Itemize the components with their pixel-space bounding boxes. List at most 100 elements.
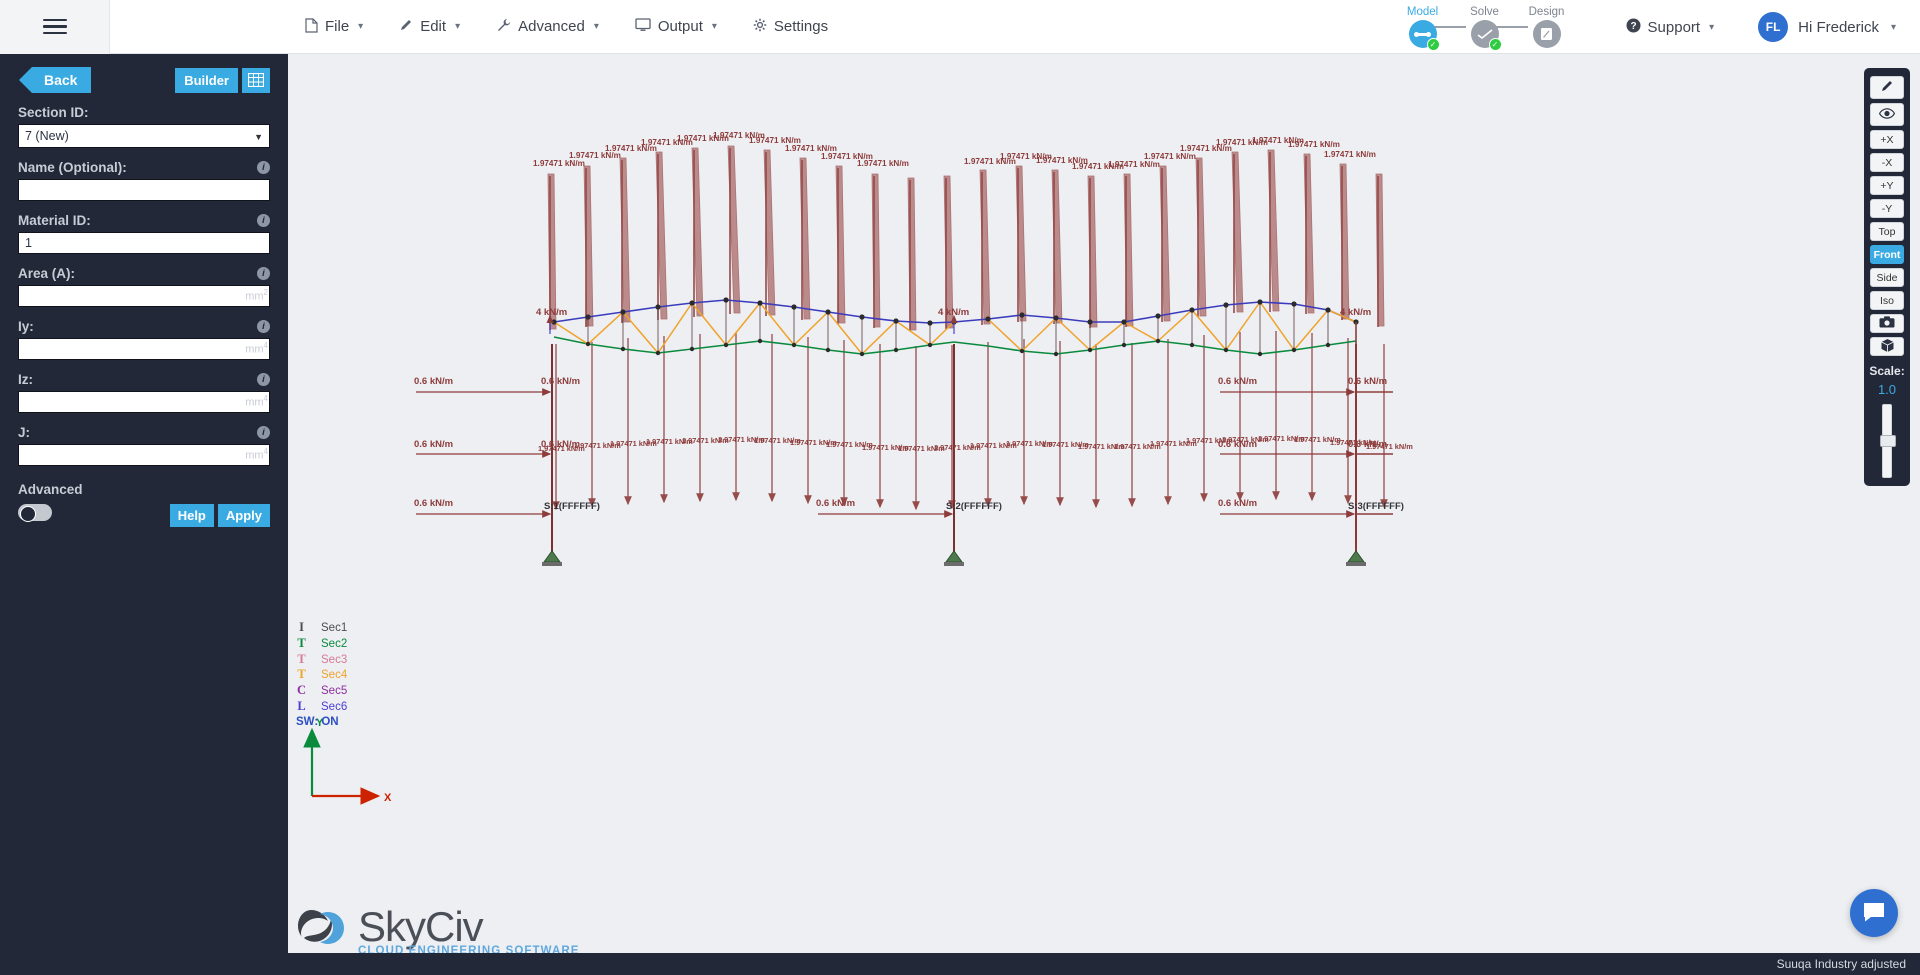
cube-icon [1880,338,1895,356]
node-load-label: 4 kN/m [938,307,969,318]
view-front-button[interactable]: Front [1870,245,1904,264]
material-id-input[interactable] [18,232,270,254]
field-name: Name (Optional): i [18,160,270,201]
step-solve[interactable]: Solve ✓ [1454,6,1516,51]
section-id-value: 7 (New) [25,129,69,143]
name-input[interactable] [18,179,270,201]
node-load-label: 4 kN/m [536,307,567,318]
side-load-label: 0.6 kN/m [1348,376,1387,387]
step-model[interactable]: Model ✓ [1392,6,1454,51]
view-top-button[interactable]: Top [1870,222,1904,241]
menu-advanced[interactable]: Advanced ▾ [496,18,599,35]
field-name-label: Name (Optional): [18,160,127,175]
side-load-label: 0.6 kN/m [1348,439,1387,450]
skyciv-wordmark: SkyCiv [358,903,484,950]
support-menu[interactable]: ? Support ▾ [1626,18,1714,37]
camera-icon [1879,316,1895,331]
menu-advanced-label: Advanced [518,18,585,35]
field-j: J: i mm4 [18,425,270,466]
design-icon [1532,20,1561,48]
menu-output-label: Output [657,18,703,35]
view-iso-button[interactable]: Iso [1870,291,1904,310]
advanced-toggle[interactable] [18,504,52,522]
chevron-down-icon: ▾ [711,21,717,32]
view-side-button[interactable]: Side [1870,268,1904,287]
table-grid-button[interactable] [242,67,270,93]
render-3d-button[interactable] [1870,337,1904,356]
menu-edit[interactable]: Edit ▾ [399,18,460,35]
load-label: 1.97471 kN/m [533,159,585,168]
step-complete-badge: ✓ [1488,38,1502,51]
chevron-down-icon: ▾ [593,21,599,32]
user-menu[interactable]: FL Hi Frederick ▾ [1758,12,1896,42]
load-label: 1.97471 kN/m [857,159,909,168]
info-icon[interactable]: i [257,267,270,280]
view-minus-y-button[interactable]: -Y [1870,199,1904,218]
side-load-label: 0.6 kN/m [1218,439,1257,450]
hamburger-icon [42,18,67,35]
view-plus-y-button[interactable]: +Y [1870,176,1904,195]
legend-symbol: C [296,683,307,698]
info-icon[interactable]: i [257,320,270,333]
info-icon[interactable]: i [257,214,270,227]
screenshot-button[interactable] [1870,314,1904,333]
view-plus-x-button[interactable]: +X [1870,130,1904,149]
scale-slider[interactable] [1880,404,1896,478]
area-input[interactable] [18,285,270,307]
info-icon[interactable]: i [257,161,270,174]
j-input[interactable] [18,444,270,466]
wrench-icon [496,18,511,35]
back-button[interactable]: Back [18,67,92,93]
menu-settings[interactable]: Settings [753,18,828,35]
help-button[interactable]: Help [169,504,214,527]
status-message: Suuqa Industry adjusted [1776,957,1906,971]
legend-item: I Sec1 [296,620,347,636]
scale-label: Scale: [1869,364,1905,378]
node-load-label: 4 kN/m [1340,307,1371,318]
side-load-label: 0.6 kN/m [414,439,453,450]
info-icon[interactable]: i [257,426,270,439]
visibility-button[interactable] [1870,103,1904,126]
side-load-label: 0.6 kN/m [1218,376,1257,387]
field-j-label: J: [18,425,31,440]
node-load-arrows [546,314,958,334]
chevron-down-icon: ▼ [254,132,263,142]
side-load-label: 0.6 kN/m [1218,498,1257,509]
side-load-label: 0.6 kN/m [816,498,855,509]
iy-unit: mm4 [245,341,268,356]
apply-button[interactable]: Apply [217,504,270,527]
iz-unit: mm4 [245,394,268,409]
gear-icon [753,18,767,35]
legend-symbol: T [297,635,306,650]
builder-button[interactable]: Builder [175,67,238,93]
legend-item: T Sec4 [296,667,347,683]
step-design-label: Design [1528,6,1565,18]
chevron-down-icon: ▾ [358,21,364,32]
j-unit: mm4 [245,447,268,462]
iy-input[interactable] [18,338,270,360]
legend-symbol: T [297,651,306,666]
menu-file[interactable]: File ▾ [305,17,364,36]
section-id-select[interactable]: 7 (New) [18,124,270,148]
legend-item: L Sec6 [296,699,347,715]
iz-input[interactable] [18,391,270,413]
info-icon[interactable]: i [257,373,270,386]
horizontal-loads [416,388,1356,518]
menu-file-label: File [325,18,350,35]
step-design[interactable]: Design [1516,6,1578,48]
menu-output[interactable]: Output ▾ [635,18,717,35]
sidebar-header: Back Builder [18,54,270,93]
load-label: 1.97471 kN/m [1288,140,1340,149]
edit-pencil-button[interactable] [1870,76,1904,99]
skyciv-logo: SkyCiv CLOUD ENGINEERING SOFTWARE [298,903,580,957]
scale-slider-thumb[interactable] [1880,435,1896,447]
view-minus-x-button[interactable]: -X [1870,153,1904,172]
legend-symbol: I [299,620,304,634]
hamburger-menu-button[interactable] [0,0,110,54]
section-properties-sidebar: Back Builder Section ID: 7 (New) ▼ Name … [0,54,288,975]
legend-symbol: T [297,667,306,682]
model-viewport[interactable]: 1.97471 kN/m 1.97471 kN/m 1.97471 kN/m 1… [288,54,1920,975]
legend-label: Sec5 [321,685,348,698]
step-complete-badge: ✓ [1426,38,1440,51]
chat-support-button[interactable] [1850,889,1898,937]
